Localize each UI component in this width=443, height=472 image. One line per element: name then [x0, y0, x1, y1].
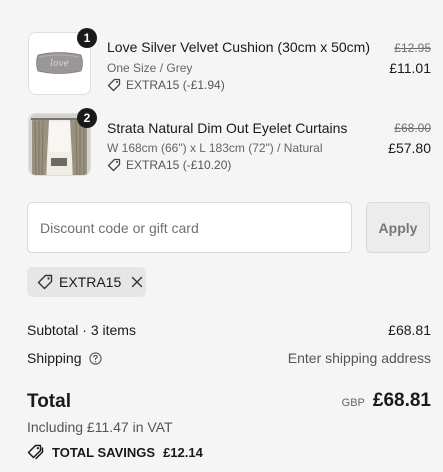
item-discount-label: EXTRA15 (-£1.94) [126, 78, 225, 92]
total-label: Total [27, 391, 71, 412]
item-variant: One Size / Grey [107, 61, 193, 75]
subtotal-label: Subtotal · 3 items [27, 322, 136, 338]
apply-button[interactable]: Apply [366, 202, 430, 253]
applied-discount-code: EXTRA15 [59, 274, 122, 290]
item-price: £11.01 [389, 60, 431, 76]
total-savings-value: £12.14 [163, 444, 203, 460]
quantity-badge: 1 [77, 28, 97, 48]
item-name: Strata Natural Dim Out Eyelet Curtains [107, 120, 348, 136]
tags-icon [27, 444, 44, 460]
subtotal-value: £68.81 [388, 322, 431, 338]
item-original-price: £12.95 [394, 41, 431, 55]
shipping-value: Enter shipping address [287, 350, 431, 366]
tag-icon [107, 158, 121, 172]
total-row: GBP £68.81 [342, 390, 431, 412]
shipping-label: Shipping [27, 350, 82, 366]
help-icon[interactable] [88, 351, 102, 365]
item-discount-label: EXTRA15 (-£10.20) [126, 158, 232, 172]
item-variant: W 168cm (66") x L 183cm (72") / Natural [107, 141, 323, 155]
shipping-row: Shipping [27, 350, 102, 366]
total-savings: TOTAL SAVINGS £12.14 [27, 444, 203, 460]
total-value: £68.81 [372, 390, 431, 411]
item-discount: EXTRA15 (-£10.20) [107, 158, 231, 172]
total-currency: GBP [341, 397, 365, 409]
item-discount: EXTRA15 (-£1.94) [107, 78, 225, 92]
tag-icon [107, 78, 121, 92]
total-savings-label: TOTAL SAVINGS [52, 444, 156, 460]
tag-icon [37, 274, 53, 290]
applied-discount-chip: EXTRA15 [27, 267, 146, 297]
item-price: £57.80 [388, 140, 431, 156]
discount-code-input[interactable] [27, 202, 352, 253]
quantity-badge: 2 [77, 108, 97, 128]
svg-text:love: love [50, 59, 69, 69]
item-name: Love Silver Velvet Cushion (30cm x 50cm) [107, 39, 370, 55]
close-icon[interactable] [131, 276, 143, 288]
vat-note: Including £11.47 in VAT [27, 419, 173, 435]
item-original-price: £68.00 [394, 121, 431, 135]
